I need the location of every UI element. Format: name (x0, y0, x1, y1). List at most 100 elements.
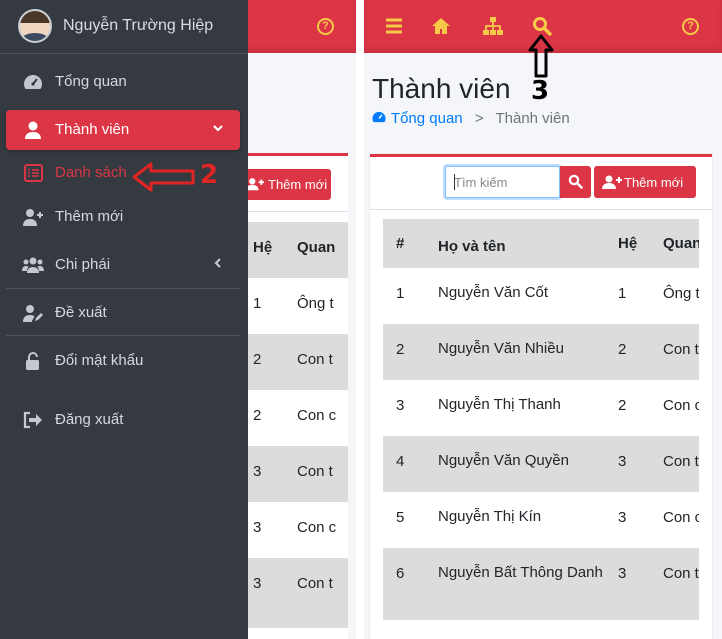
annotation-step-3: 3 (531, 76, 550, 106)
left-member-card: Thêm mới Hệ Quan 1 Ông t 2 Con t 2 Con c… (240, 153, 348, 639)
cell-generation: 1 (253, 295, 262, 312)
sitemap-icon[interactable] (483, 16, 503, 36)
add-member-button[interactable]: Thêm mới (594, 166, 696, 198)
search-button[interactable] (560, 166, 591, 198)
cell-relation: Ông t (297, 295, 334, 312)
header-relation: Quan (297, 239, 336, 256)
chevron-down-icon (213, 125, 223, 132)
member-card: Tìm kiếm Thêm mới # Họ và tên Hệ Quan 1 … (370, 154, 712, 639)
user-plus-icon (23, 209, 43, 226)
search-input[interactable]: Tìm kiếm (445, 166, 560, 198)
table-row[interactable]: 3 Con c (248, 502, 348, 558)
text-caret (454, 174, 455, 190)
cell-name: Nguyễn Văn Cốt (438, 284, 549, 301)
table-row[interactable]: 2 Con t (248, 334, 348, 390)
cell-generation: 3 (618, 453, 627, 470)
user-plus-icon (602, 175, 622, 189)
table-header: # Họ và tên Hệ Quan (383, 219, 699, 268)
cell-generation: 3 (618, 565, 627, 582)
cell-generation: 3 (253, 519, 262, 536)
header-generation: Hệ (618, 235, 638, 252)
cell-number: 2 (396, 341, 405, 358)
cell-name: Nguyễn Văn Quyền (438, 452, 569, 469)
breadcrumb-home-link[interactable]: Tổng quan (391, 110, 463, 127)
table-row[interactable]: 2 Nguyễn Văn Nhiều 2 Con t (383, 324, 699, 380)
user-icon (25, 121, 41, 139)
cell-relation: Con t (297, 575, 333, 592)
sidebar-item-change-password[interactable]: Đổi mật khẩu (6, 341, 240, 381)
sidebar-item-label: Thành viên (55, 121, 130, 138)
cell-generation: 3 (253, 463, 262, 480)
page-title: Thành viên (372, 73, 511, 104)
tachometer-icon (372, 111, 386, 123)
right-screenshot: ? 3 Thành viên Tổng quan > Thành viên Tì… (364, 0, 722, 639)
cell-number: 1 (396, 285, 405, 302)
breadcrumb-separator: > (474, 110, 484, 127)
cell-generation: 2 (253, 407, 262, 424)
unlock-icon (26, 352, 39, 370)
help-icon[interactable]: ? (317, 18, 334, 35)
cell-relation: Con c (663, 397, 699, 414)
sidebar-item-label: Đề xuất (55, 304, 107, 321)
divider (248, 211, 348, 212)
add-member-label: Thêm mới (624, 175, 684, 190)
sidebar-item-members[interactable]: Thành viên (6, 110, 240, 150)
sidebar-item-label: Đăng xuất (55, 411, 124, 428)
cell-name: Nguyễn Thị Kín (438, 508, 542, 525)
home-icon[interactable] (431, 16, 451, 36)
user-edit-icon (23, 305, 43, 322)
add-member-button[interactable]: Thêm mới (240, 169, 331, 200)
left-main-content: Thêm mới Hệ Quan 1 Ông t 2 Con t 2 Con c… (240, 53, 356, 639)
left-screenshot: ? Thêm mới Hệ Quan 1 Ông t 2 Con t 2 Con… (0, 0, 356, 639)
cell-relation: Con t (297, 351, 333, 368)
cell-number: 4 (396, 453, 405, 470)
cell-number: 6 (396, 565, 405, 582)
divider (6, 335, 240, 336)
sidebar-item-dashboard[interactable]: Tổng quan (6, 62, 240, 102)
user-name: Nguyễn Trường Hiệp (63, 17, 214, 34)
divider (370, 209, 712, 210)
members-table: # Họ và tên Hệ Quan 1 Nguyễn Văn Cốt 1 Ô… (383, 219, 699, 639)
table-row[interactable]: 4 Nguyễn Văn Quyền 3 Con t (383, 436, 699, 492)
table-row[interactable]: 2 Con c (248, 390, 348, 446)
sidebar-item-label: Chi phái (55, 256, 111, 273)
table-row[interactable]: 3 Con t (248, 558, 348, 628)
sidebar-item-add-new[interactable]: Thêm mới (6, 197, 240, 237)
user-panel[interactable]: Nguyễn Trường Hiệp (0, 0, 248, 54)
sidebar-item-logout[interactable]: Đăng xuất (6, 400, 240, 440)
cell-name: Nguyễn Thị Thanh (438, 396, 561, 413)
cell-relation: Con t (663, 453, 699, 470)
search-icon (568, 174, 583, 189)
table-row[interactable]: 1 Nguyễn Văn Cốt 1 Ông t (383, 268, 699, 324)
sidebar: Nguyễn Trường Hiệp Tổng quan Thành viên … (0, 0, 248, 639)
cell-number: 5 (396, 509, 405, 526)
cell-generation: 3 (253, 575, 262, 592)
header-name: Họ và tên (438, 238, 506, 255)
users-icon (22, 257, 44, 273)
header-relation: Quan (663, 235, 699, 252)
sidebar-item-proposals[interactable]: Đề xuất (6, 293, 240, 333)
cell-relation: Con c (297, 519, 337, 536)
cell-relation: Con t (663, 565, 699, 582)
cell-generation: 2 (618, 397, 627, 414)
cell-number: 3 (396, 397, 405, 414)
chevron-left-icon (214, 258, 221, 268)
table-row[interactable]: 6 Nguyễn Bất Thông Danh 3 Con t (383, 548, 699, 620)
cell-relation: Ông t (663, 285, 699, 302)
cell-generation: 3 (618, 509, 627, 526)
table-row[interactable]: 3 Nguyễn Thị Thanh 2 Con c (383, 380, 699, 436)
menu-icon[interactable] (384, 16, 404, 36)
table-row[interactable]: 3 Con t (248, 446, 348, 502)
header-generation: Hệ (253, 239, 273, 256)
cell-generation: 2 (618, 341, 627, 358)
header-number: # (396, 235, 405, 252)
table-header: Hệ Quan (248, 222, 348, 278)
search-icon[interactable] (532, 16, 552, 36)
table-row[interactable]: 1 Ông t (248, 278, 348, 334)
help-icon[interactable]: ? (682, 18, 699, 35)
table-row[interactable]: 5 Nguyễn Thị Kín 3 Con c (383, 492, 699, 548)
sidebar-item-branches[interactable]: Chi phái (6, 245, 240, 285)
sidebar-item-label: Danh sách (55, 164, 127, 181)
add-member-label: Thêm mới (268, 177, 328, 192)
divider (6, 288, 240, 289)
